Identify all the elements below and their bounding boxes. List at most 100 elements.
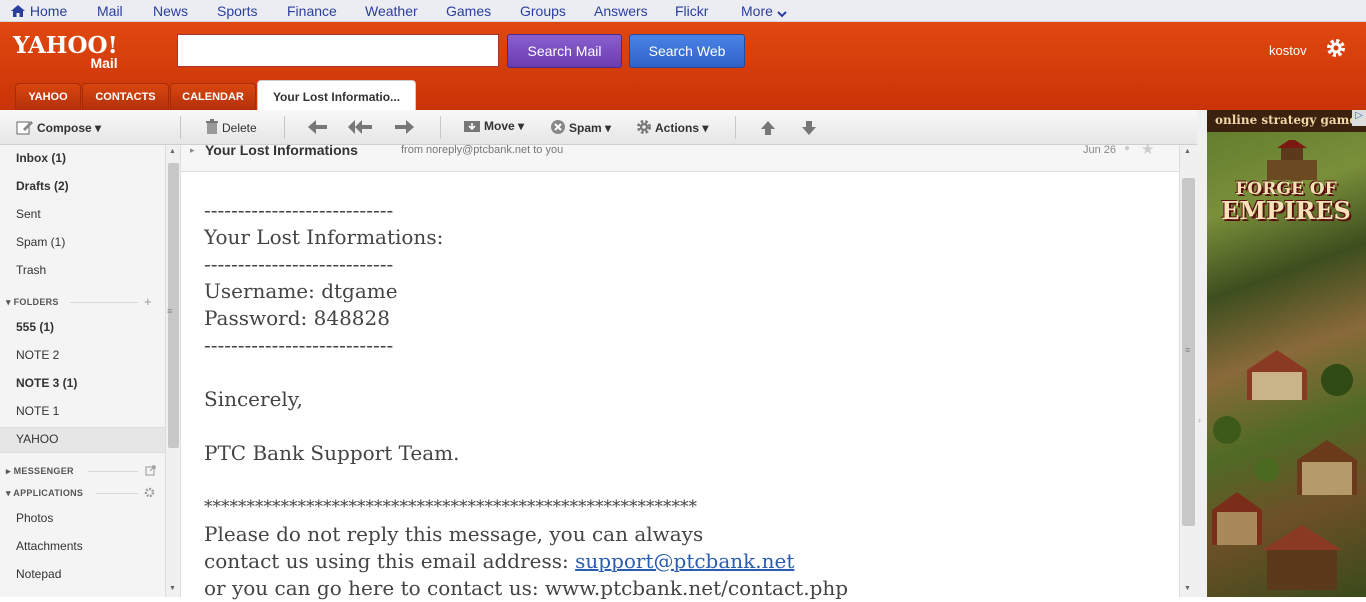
arrow-up-icon[interactable] (760, 120, 776, 136)
app-photos[interactable]: Photos (16, 511, 53, 525)
body-note-line3: or you can go here to contact us: www.pt… (204, 576, 849, 600)
mail-header: YAHOO! Mail Search Mail Search Web kosto… (0, 22, 1366, 110)
nav-games[interactable]: Games (446, 3, 491, 19)
nav-home-label: Home (29, 3, 68, 19)
toolbar-divider (284, 116, 285, 139)
body-sincerely: Sincerely, (204, 387, 303, 411)
nav-weather[interactable]: Weather (365, 3, 418, 19)
folder-note-3[interactable]: NOTE 3 (1) (16, 376, 77, 390)
folder-spam[interactable]: Spam (1) (16, 235, 65, 249)
collapse-ad-icon[interactable]: › (1198, 415, 1201, 425)
top-navigation-bar: Home Mail News Sports Finance Weather Ga… (0, 0, 1366, 22)
folder-drafts[interactable]: Drafts (2) (16, 179, 69, 193)
spam-button[interactable]: Spam ▾ (550, 119, 611, 135)
scroll-down-icon[interactable]: ▼ (169, 585, 176, 592)
toolbar-divider (440, 116, 441, 139)
body-note-line1: Please do not reply this message, you ca… (204, 522, 704, 546)
expand-icon[interactable]: ▸ (190, 145, 195, 156)
status-dot-icon: ● (1124, 143, 1131, 154)
tab-calendar[interactable]: CALENDAR (170, 83, 256, 110)
section-divider (88, 471, 138, 472)
folders-header-label: FOLDERS (13, 297, 59, 307)
username-link[interactable]: kostov (1269, 43, 1307, 58)
toolbar-divider (180, 116, 181, 139)
folder-sidebar: Inbox (1) Drafts (2) Sent Spam (1) Trash… (0, 145, 165, 597)
delete-label: Delete (222, 121, 257, 135)
nav-sports[interactable]: Sports (217, 3, 257, 19)
advertisement[interactable]: online strategy game ▷ FORGE OF EMPIRES (1207, 110, 1366, 597)
compose-label: Compose (37, 121, 92, 135)
ad-game-logo: FORGE OF EMPIRES (1211, 178, 1361, 223)
app-notepad[interactable]: Notepad (16, 567, 61, 581)
nav-flickr[interactable]: Flickr (675, 3, 708, 19)
spam-label: Spam (569, 121, 602, 135)
section-divider (96, 493, 138, 494)
body-username: Username: dtgame (204, 279, 398, 303)
message-header-row[interactable]: ▸ Your Lost Informations from noreply@pt… (181, 141, 1179, 172)
scroll-up-icon[interactable]: ▲ (169, 148, 176, 155)
message-date: Jun 26 (1083, 144, 1117, 156)
actions-button[interactable]: Actions ▾ (636, 119, 708, 135)
forward-icon[interactable] (392, 118, 416, 136)
messenger-header[interactable]: ▸ MESSENGER (6, 466, 74, 477)
popout-icon[interactable] (145, 465, 156, 476)
support-email-link[interactable]: support@ptcbank.net (575, 549, 794, 573)
nav-groups[interactable]: Groups (520, 3, 566, 19)
messenger-header-label: MESSENGER (13, 466, 74, 476)
nav-more[interactable]: More (741, 3, 787, 19)
star-icon[interactable]: ★ (1141, 140, 1154, 158)
tab-yahoo[interactable]: YAHOO (15, 83, 81, 110)
message-from: from noreply@ptcbank.net to you (401, 144, 564, 156)
body-note-line2: contact us using this email address: sup… (204, 548, 1164, 575)
tab-contacts[interactable]: CONTACTS (82, 83, 169, 110)
search-input[interactable] (177, 34, 499, 67)
nav-news[interactable]: News (153, 3, 188, 19)
delete-button[interactable]: Delete (205, 119, 257, 135)
body-separator: ---------------------------- (204, 333, 394, 357)
scroll-up-icon[interactable]: ▲ (1184, 148, 1191, 155)
nav-finance[interactable]: Finance (287, 3, 337, 19)
yahoo-mail-logo[interactable]: YAHOO! Mail (13, 34, 118, 71)
search-mail-button[interactable]: Search Mail (507, 34, 622, 68)
sidebar-scrollbar[interactable]: ▲ ▼ (165, 145, 181, 597)
applications-header[interactable]: ▾ APPLICATIONS (6, 488, 83, 499)
body-separator: ---------------------------- (204, 252, 394, 276)
applications-header-label: APPLICATIONS (13, 488, 84, 498)
settings-icon[interactable] (144, 487, 155, 498)
arrow-down-icon[interactable] (801, 120, 817, 136)
folder-trash[interactable]: Trash (16, 263, 46, 277)
body-note-line2-text: contact us using this email address: (204, 549, 576, 573)
sidebar-resize-handle[interactable]: ≡ (167, 306, 172, 316)
nav-mail[interactable]: Mail (97, 3, 123, 19)
folder-note-2[interactable]: NOTE 2 (16, 348, 59, 362)
adchoices-icon[interactable]: ▷ (1352, 110, 1366, 126)
home-icon (11, 5, 25, 17)
scroll-grip-icon: ≡ (1185, 345, 1191, 355)
compose-button[interactable]: Compose ▾ (16, 119, 101, 135)
body-password: Password: 848828 (204, 306, 390, 330)
reply-all-icon[interactable] (346, 118, 374, 136)
folder-yahoo[interactable]: YAHOO (16, 432, 58, 446)
folder-inbox[interactable]: Inbox (1) (16, 151, 66, 165)
actions-label: Actions (655, 121, 700, 135)
move-button[interactable]: Move ▾ (463, 119, 524, 133)
app-attachments[interactable]: Attachments (16, 539, 83, 553)
spam-icon (551, 120, 565, 134)
folders-header[interactable]: ▾ FOLDERS (6, 297, 59, 308)
tab-open-message[interactable]: Your Lost Informatio... (257, 80, 416, 110)
folder-555[interactable]: 555 (1) (16, 320, 54, 334)
folder-sent[interactable]: Sent (16, 207, 41, 221)
scroll-down-icon[interactable]: ▼ (1184, 585, 1191, 592)
add-folder-icon[interactable]: + (144, 294, 152, 309)
nav-answers[interactable]: Answers (594, 3, 648, 19)
ad-divider: › (1197, 110, 1207, 597)
gear-icon[interactable] (1325, 37, 1347, 59)
nav-home[interactable]: Home (10, 3, 67, 19)
search-web-button[interactable]: Search Web (629, 34, 745, 68)
message-scrollbar[interactable]: ▲ ≡ ▼ (1179, 145, 1197, 597)
body-separator: ---------------------------- (204, 198, 394, 222)
reply-icon[interactable] (306, 118, 330, 136)
folder-note-1[interactable]: NOTE 1 (16, 404, 59, 418)
